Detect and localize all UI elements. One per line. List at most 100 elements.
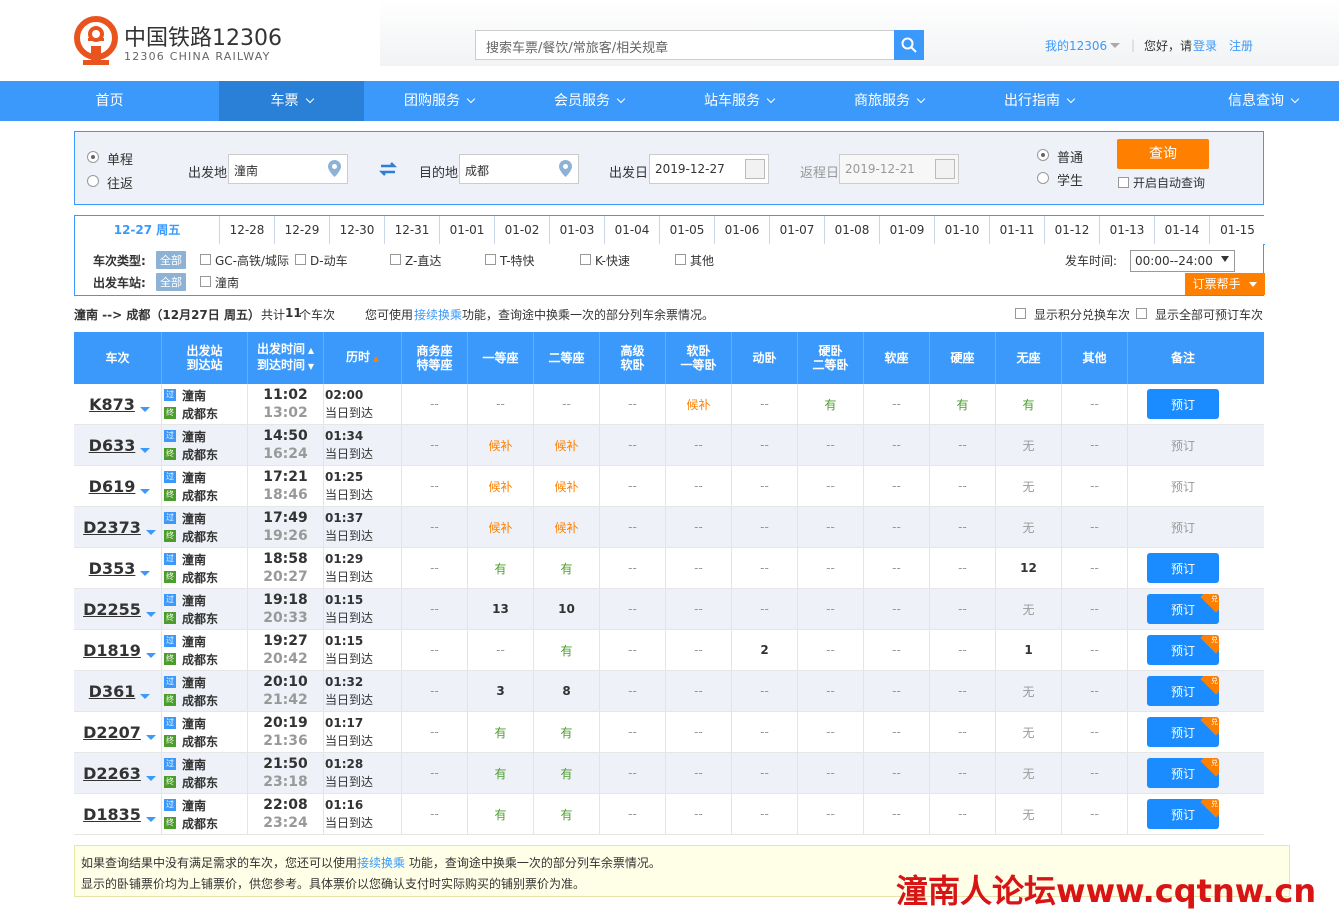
to-station-name[interactable]: 成都东 xyxy=(182,405,218,422)
auto-query-checkbox[interactable] xyxy=(1118,177,1129,188)
date-tab[interactable]: 01-13 xyxy=(1100,216,1155,245)
train-number-link[interactable]: D353 xyxy=(89,559,136,578)
depart-time-select[interactable]: 00:00--24:00 xyxy=(1130,250,1235,272)
calendar-icon[interactable] xyxy=(935,159,955,179)
seat-cell[interactable]: 候补 xyxy=(534,466,600,506)
roundtrip-radio[interactable] xyxy=(87,175,99,187)
seat-cell[interactable]: 有 xyxy=(468,753,534,793)
oneway-radio[interactable] xyxy=(87,151,99,163)
from-station-name[interactable]: 潼南 xyxy=(182,715,206,732)
date-tab[interactable]: 12-28 xyxy=(220,216,275,245)
type-d-checkbox[interactable] xyxy=(295,254,306,265)
chevron-down-icon[interactable] xyxy=(1110,43,1120,48)
seat-cell[interactable]: 候补 xyxy=(666,384,732,424)
seat-cell[interactable]: 3 xyxy=(468,671,534,711)
book-button[interactable]: 预订 xyxy=(1147,553,1219,583)
chevron-down-icon[interactable] xyxy=(145,816,156,822)
seat-cell[interactable]: 有 xyxy=(534,753,600,793)
student-ticket-label[interactable]: 学生 xyxy=(1057,170,1083,189)
points-trains-label[interactable]: 显示积分兑换车次 xyxy=(1034,306,1130,323)
from-station-name[interactable]: 潼南 xyxy=(182,387,206,404)
seat-cell[interactable]: 有 xyxy=(468,712,534,752)
chevron-down-icon[interactable] xyxy=(140,488,151,494)
bookable-trains-label[interactable]: 显示全部可预订车次 xyxy=(1155,306,1263,323)
nav-item-7[interactable]: 信息查询 xyxy=(1114,81,1339,121)
column-header[interactable]: 出发时间 ▲ 到达时间 ▼ xyxy=(248,332,324,384)
notice-transfer-link[interactable]: 接续换乘 xyxy=(357,856,405,870)
column-header[interactable]: 历时 ▲ xyxy=(324,332,402,384)
normal-ticket-radio[interactable] xyxy=(1037,149,1049,161)
bookable-trains-checkbox[interactable] xyxy=(1136,308,1147,319)
chevron-down-icon[interactable] xyxy=(145,734,156,740)
train-number-link[interactable]: D619 xyxy=(89,477,136,496)
seat-cell[interactable]: 12 xyxy=(996,548,1062,588)
from-station-name[interactable]: 潼南 xyxy=(182,756,206,773)
swap-stations-icon[interactable] xyxy=(378,161,398,177)
from-station-name[interactable]: 潼南 xyxy=(182,592,206,609)
type-gc-label[interactable]: GC-高铁/城际 xyxy=(215,252,289,269)
chevron-down-icon[interactable] xyxy=(145,652,156,658)
book-button[interactable]: 预订 兑 xyxy=(1147,676,1219,706)
to-station-name[interactable]: 成都东 xyxy=(182,610,218,627)
date-tab[interactable]: 01-09 xyxy=(880,216,935,245)
book-button[interactable]: 预订 xyxy=(1147,389,1219,419)
seat-cell[interactable]: 8 xyxy=(534,671,600,711)
seat-cell[interactable]: 10 xyxy=(534,589,600,629)
sort-icon[interactable]: ▼ xyxy=(305,362,314,371)
seat-cell[interactable]: 有 xyxy=(798,384,864,424)
type-k-label[interactable]: K-快速 xyxy=(595,252,630,269)
roundtrip-label[interactable]: 往返 xyxy=(107,173,133,192)
from-station-input[interactable]: 潼南 xyxy=(228,154,348,184)
seat-cell[interactable]: 1 xyxy=(996,630,1062,670)
to-station-name[interactable]: 成都东 xyxy=(182,569,218,586)
train-number-link[interactable]: D633 xyxy=(89,436,136,455)
train-number-link[interactable]: D2255 xyxy=(83,600,141,619)
book-button[interactable]: 预订 兑 xyxy=(1147,594,1219,624)
date-tab[interactable]: 01-06 xyxy=(715,216,770,245)
to-station-name[interactable]: 成都东 xyxy=(182,446,218,463)
seat-cell[interactable]: 候补 xyxy=(534,507,600,547)
train-number-link[interactable]: D2207 xyxy=(83,723,141,742)
seat-cell[interactable]: 候补 xyxy=(534,425,600,465)
chevron-down-icon[interactable] xyxy=(140,447,151,453)
nav-item-1[interactable]: 车票 xyxy=(219,81,364,121)
points-trains-checkbox[interactable] xyxy=(1015,308,1026,319)
normal-ticket-label[interactable]: 普通 xyxy=(1057,147,1083,166)
chevron-down-icon[interactable] xyxy=(139,406,150,412)
query-button[interactable]: 查询 xyxy=(1117,139,1209,169)
book-button[interactable]: 预订 兑 xyxy=(1147,799,1219,829)
date-tab[interactable]: 12-27 周五 xyxy=(75,216,220,245)
type-other-checkbox[interactable] xyxy=(675,254,686,265)
train-number-link[interactable]: D2263 xyxy=(83,764,141,783)
book-button[interactable]: 预订 兑 xyxy=(1147,758,1219,788)
chevron-down-icon[interactable] xyxy=(145,775,156,781)
calendar-icon[interactable] xyxy=(745,159,765,179)
to-station-name[interactable]: 成都东 xyxy=(182,651,218,668)
my12306-link[interactable]: 我的12306 xyxy=(1045,37,1107,54)
date-tab[interactable]: 01-03 xyxy=(550,216,605,245)
book-button[interactable]: 预订 兑 xyxy=(1147,717,1219,747)
student-ticket-radio[interactable] xyxy=(1037,172,1049,184)
date-tab[interactable]: 01-14 xyxy=(1155,216,1210,245)
date-tab[interactable]: 01-10 xyxy=(935,216,990,245)
seat-cell[interactable]: 有 xyxy=(468,548,534,588)
seat-cell[interactable]: 有 xyxy=(534,712,600,752)
date-tab[interactable]: 01-12 xyxy=(1045,216,1100,245)
date-tab[interactable]: 01-04 xyxy=(605,216,660,245)
from-station-name[interactable]: 潼南 xyxy=(182,510,206,527)
from-station-name[interactable]: 潼南 xyxy=(182,469,206,486)
type-k-checkbox[interactable] xyxy=(580,254,591,265)
chevron-down-icon[interactable] xyxy=(140,570,151,576)
from-station-name[interactable]: 潼南 xyxy=(182,551,206,568)
date-tab[interactable]: 01-01 xyxy=(440,216,495,245)
seat-cell[interactable]: 有 xyxy=(930,384,996,424)
seat-cell[interactable]: 候补 xyxy=(468,507,534,547)
to-station-name[interactable]: 成都东 xyxy=(182,815,218,832)
seat-cell[interactable]: 候补 xyxy=(468,425,534,465)
seat-cell[interactable]: 有 xyxy=(534,794,600,834)
date-tab[interactable]: 12-29 xyxy=(275,216,330,245)
logo-title[interactable]: 中国铁路12306 xyxy=(124,20,282,52)
seat-cell[interactable]: 有 xyxy=(534,548,600,588)
date-tab[interactable]: 12-30 xyxy=(330,216,385,245)
nav-item-5[interactable]: 商旅服务 xyxy=(814,81,964,121)
